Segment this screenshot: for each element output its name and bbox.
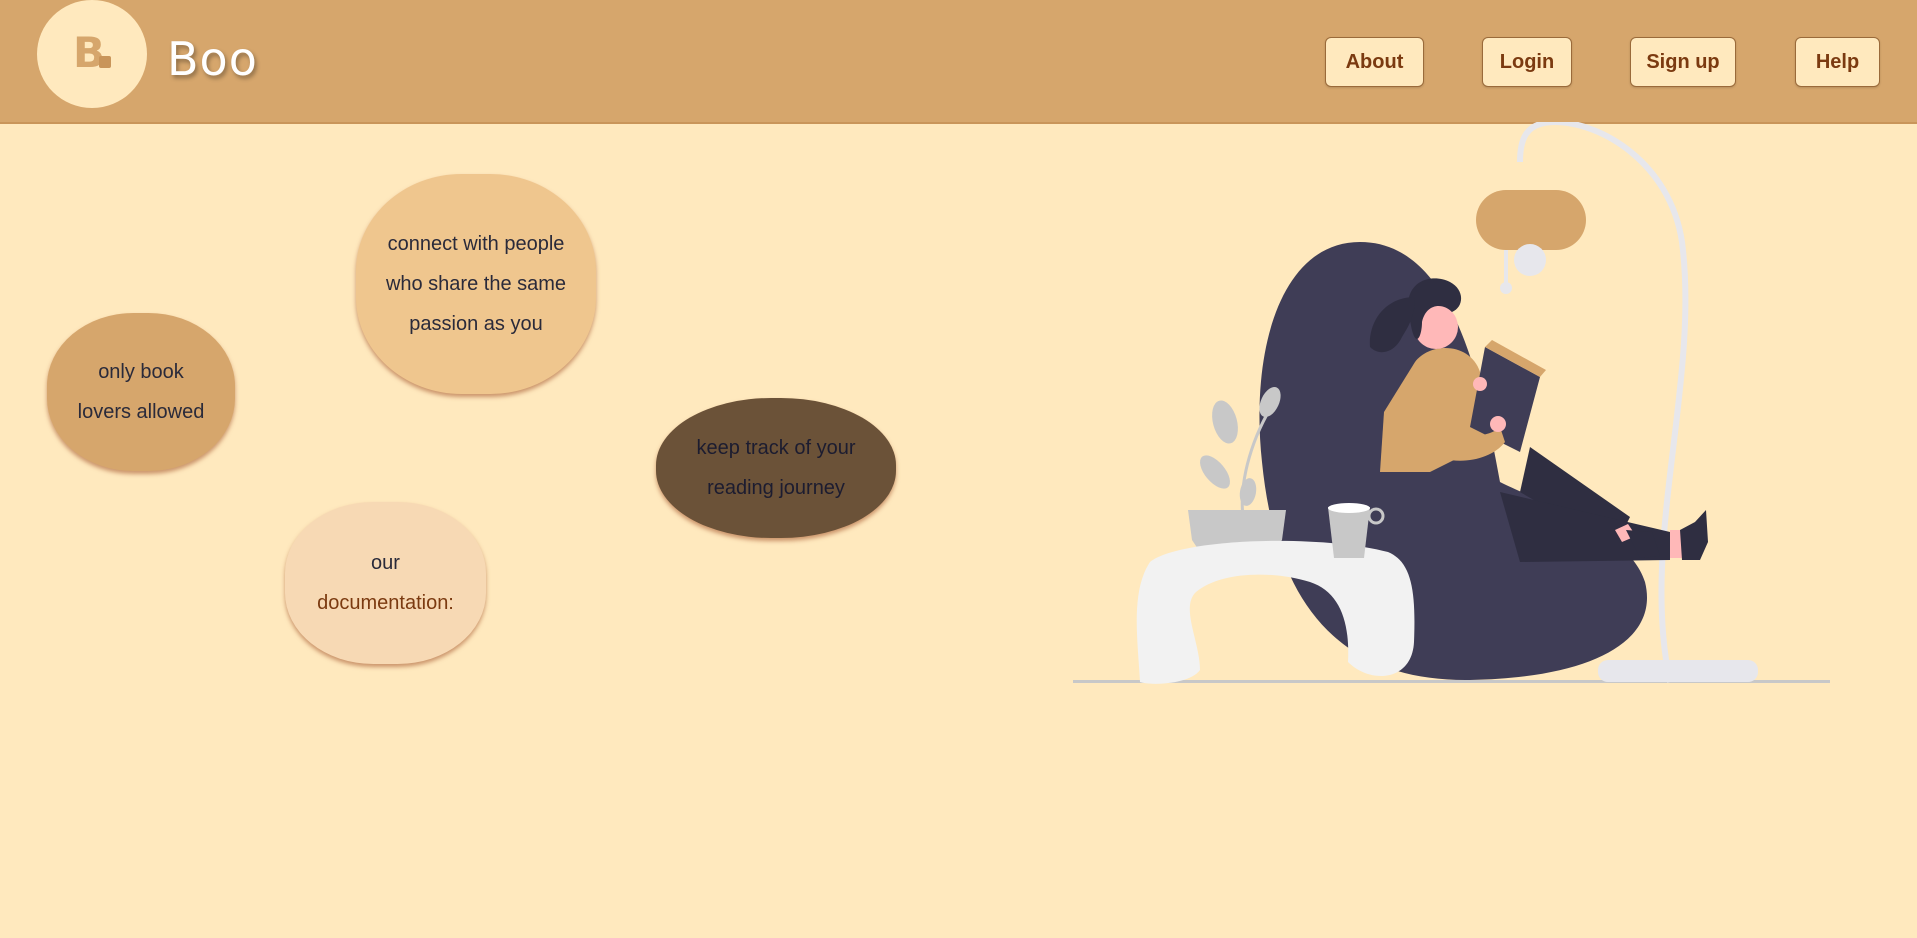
hand [1490,416,1506,432]
header-bar: B Boo About Login Sign up Help [0,0,1917,124]
bubble-text: only book [98,361,184,383]
lamp-pull [1500,282,1512,294]
bubble-text: who share the same [385,273,567,295]
bubble-text: passion as you [409,313,543,335]
help-button[interactable]: Help [1795,37,1880,87]
login-button[interactable]: Login [1482,37,1572,87]
plant-leaf [1212,400,1238,444]
bubble-connect: connect with people who share the same p… [356,174,596,394]
shoe [1680,510,1708,560]
ankle [1670,530,1682,558]
mug [1328,507,1370,558]
bubble-text: our [371,552,400,574]
logo[interactable]: B [37,0,147,108]
book-icon [99,56,111,68]
side-table [1136,540,1415,684]
logo-letter: B [73,28,106,77]
lamp-base [1598,660,1758,682]
documentation-link[interactable]: documentation: [317,583,454,623]
about-button[interactable]: About [1325,37,1424,87]
signup-button[interactable]: Sign up [1630,37,1736,87]
bubble-text: lovers allowed [77,401,205,423]
lamp-shade [1476,190,1586,250]
plant-leaf [1200,455,1230,489]
bubble-text: connect with people [387,233,565,255]
bubble-track: keep track of your reading journey [656,398,896,538]
lamp-bulb [1514,244,1546,276]
hand [1473,377,1487,391]
bubble-book-lovers: only book lovers allowed [47,313,235,471]
bubble-text: reading journey [707,477,845,499]
mug-rim [1328,503,1370,513]
brand-title[interactable]: Boo [167,32,258,86]
reading-illustration [1073,122,1830,684]
bubble-text: keep track of your [696,437,856,459]
bubble-docs: our documentation: [285,502,486,664]
